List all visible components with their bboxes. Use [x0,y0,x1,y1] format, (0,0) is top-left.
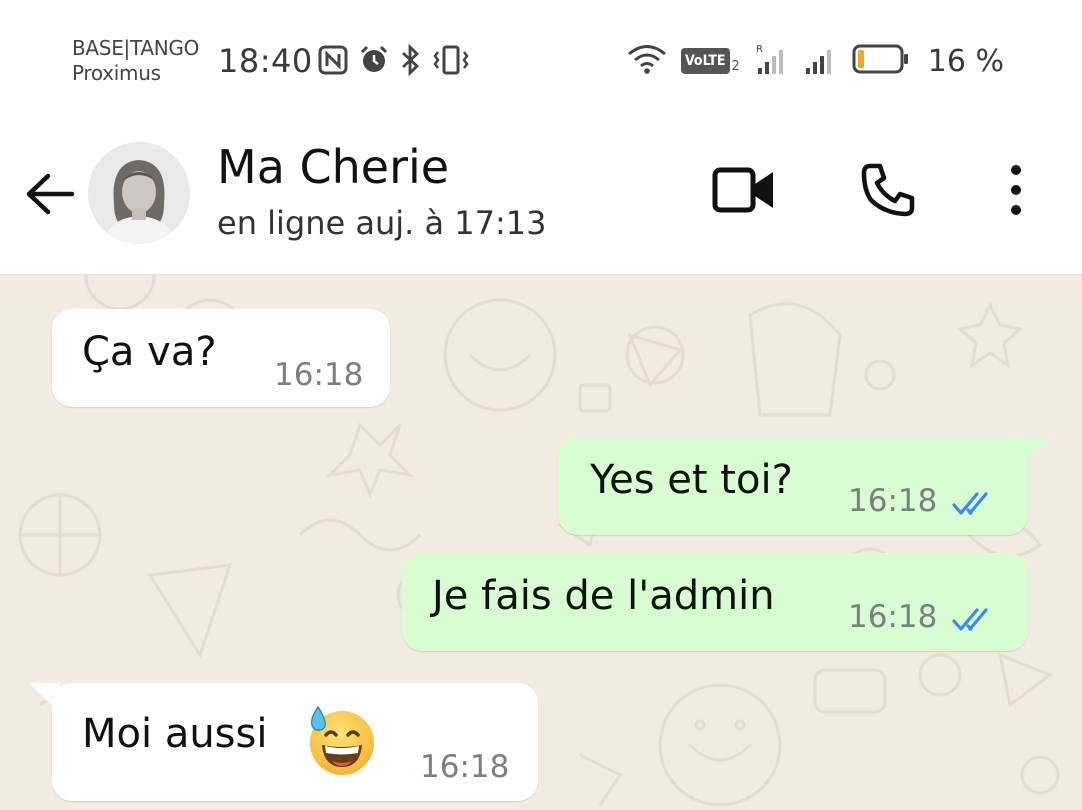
chat-header: Ma Cherie en ligne auj. à 17:13 [0,110,1082,275]
contact-name[interactable]: Ma Cherie [217,140,449,194]
signal-icon [804,42,838,80]
nfc-icon [318,45,348,79]
signal-roaming-icon: R [754,42,790,80]
svg-text:R: R [756,44,763,55]
read-receipt-icon [952,491,1002,521]
wifi-icon [627,43,667,79]
message-text: Ça va? [82,329,217,375]
phone-icon [858,160,918,224]
message-time: 16:18 [420,749,510,785]
message-time: 16:18 [848,599,938,635]
message-bubble-incoming[interactable]: Ça va? 16:18 [52,309,390,407]
carrier-line-2: Proximus [72,61,161,85]
status-clock: 18:40 [218,42,313,80]
contact-avatar[interactable] [88,142,190,244]
grinning-sweat-emoji-icon [304,705,376,781]
message-bubble-outgoing[interactable]: Je fais de l'admin 16:18 [402,553,1028,651]
bluetooth-icon [400,43,422,80]
message-bubble-outgoing[interactable]: Yes et toi? 16:18 [558,437,1028,535]
message-text: Moi aussi [82,711,268,757]
chat-messages-area[interactable]: Ça va? 16:18 Yes et toi? 16:18 Je fais d… [0,275,1082,810]
bubble-tail-outgoing [1020,437,1050,461]
status-icons-left [318,43,470,80]
message-bubble-incoming[interactable]: Moi aussi 16:18 [52,683,538,801]
message-text: Je fais de l'admin [432,573,775,619]
more-vert-icon [1006,162,1026,222]
volte-sim-number: 2 [731,59,740,74]
status-icons-right: VoLTE 2 R 16 % [627,42,1004,80]
vibrate-icon [432,44,470,80]
back-button[interactable] [22,168,78,224]
video-call-icon [711,163,777,221]
carrier-line-1: BASE|TANGO [72,36,200,60]
battery-icon [852,42,910,80]
read-receipt-icon [952,607,1002,637]
voice-call-button[interactable] [852,156,924,228]
volte-icon: VoLTE 2 [680,48,740,74]
back-arrow-icon [24,172,76,220]
contact-last-seen: en ligne auj. à 17:13 [217,204,547,242]
carrier-label: BASE|TANGO Proximus [72,36,199,86]
message-text: Yes et toi? [590,457,793,503]
status-bar: BASE|TANGO Proximus 18:40 VoLTE 2 R 16 % [0,0,1082,110]
volte-label: VoLTE [680,48,730,74]
more-options-button[interactable] [980,156,1052,228]
message-time: 16:18 [274,357,364,393]
message-time: 16:18 [848,483,938,519]
battery-percent: 16 % [927,43,1004,79]
alarm-icon [358,44,390,80]
video-call-button[interactable] [708,156,780,228]
